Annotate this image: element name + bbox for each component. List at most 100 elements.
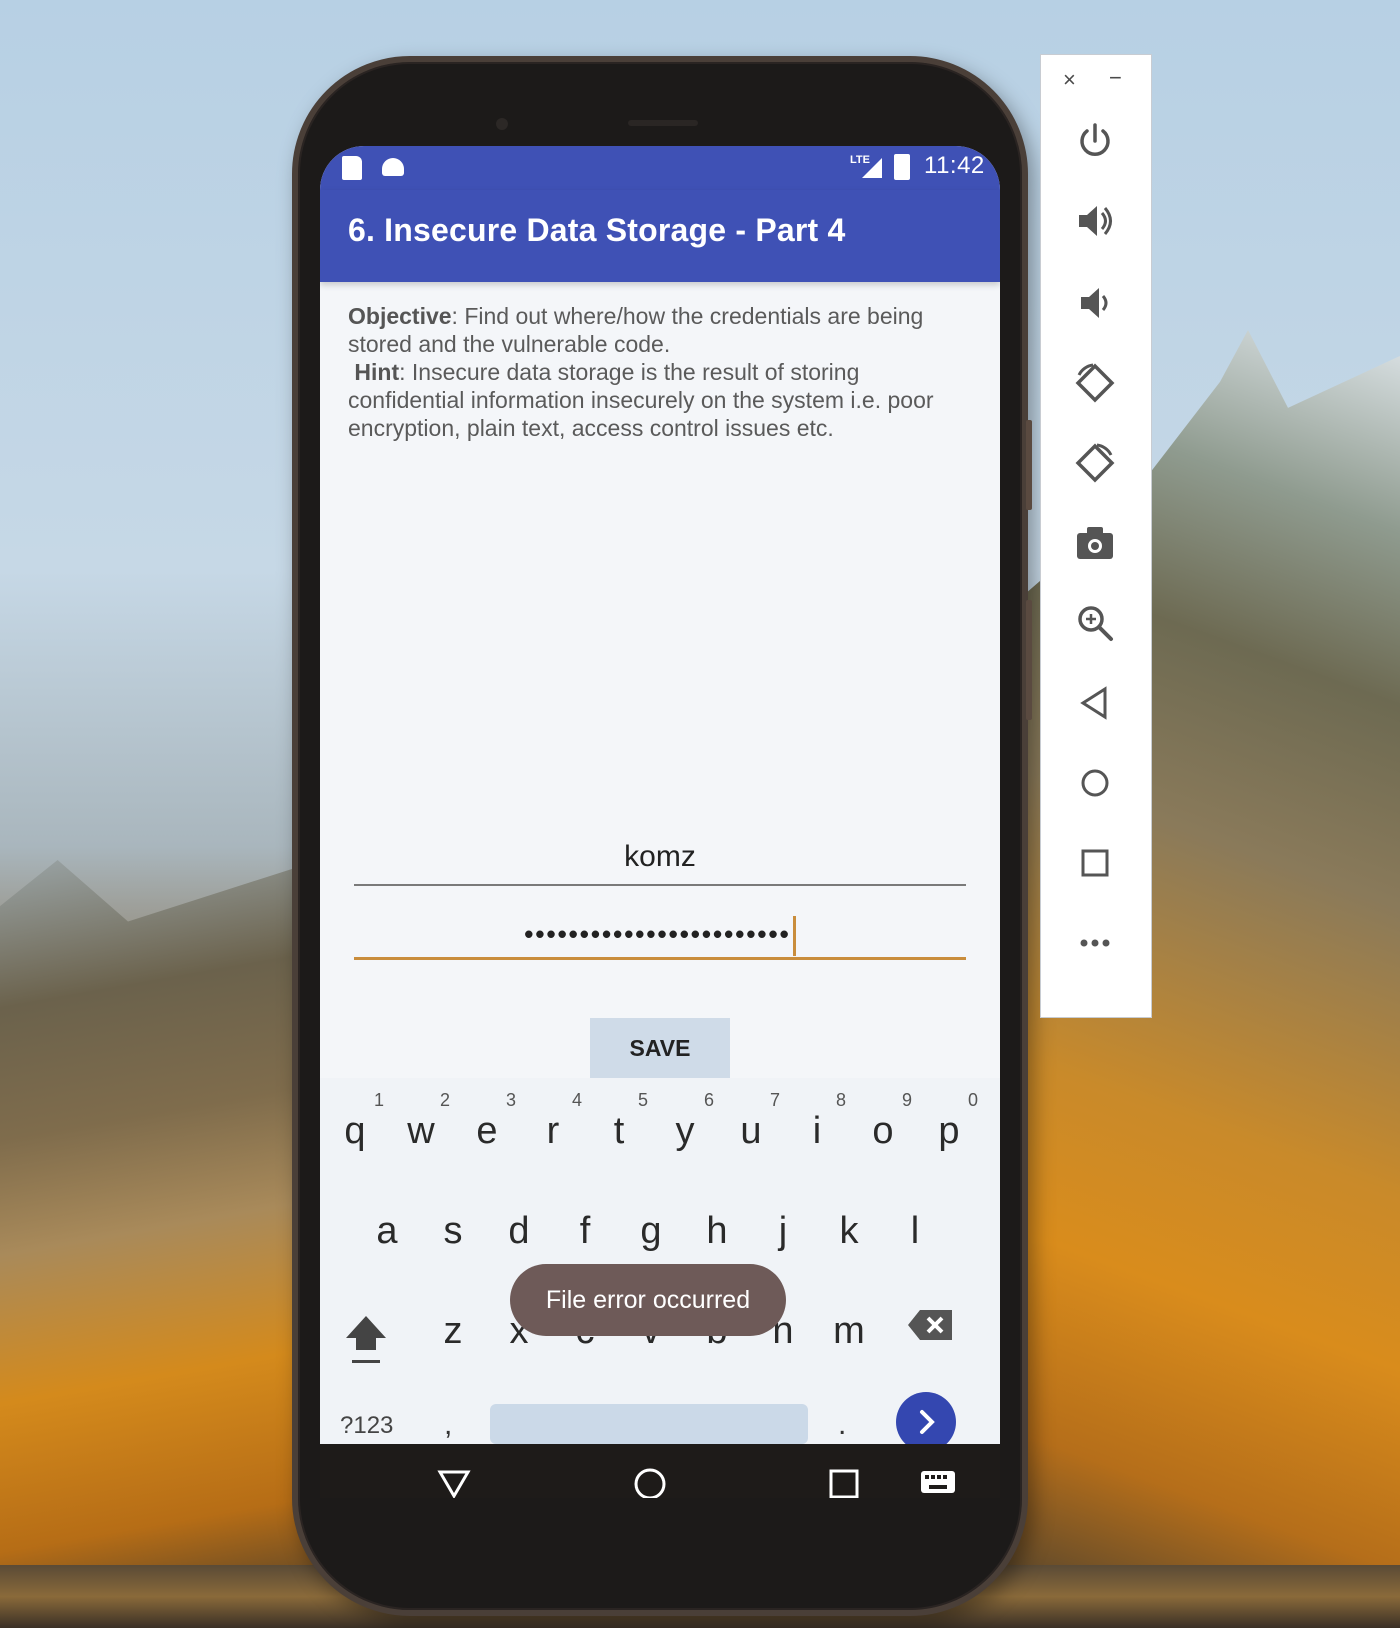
key-char: m (833, 1310, 865, 1352)
backspace-key[interactable] (906, 1308, 954, 1342)
volume-down-icon[interactable] (1073, 281, 1117, 325)
key-char: r (546, 1110, 560, 1152)
volume-up-icon[interactable] (1073, 199, 1117, 243)
status-time: 11:42 (924, 152, 985, 179)
key-char: f (579, 1210, 591, 1252)
text-cursor (792, 916, 796, 956)
keyboard-switch-icon[interactable] (920, 1468, 956, 1498)
key-y[interactable]: 6y (652, 1090, 718, 1180)
key-char: g (640, 1210, 662, 1252)
home-icon[interactable] (1073, 761, 1117, 805)
key-char: o (872, 1110, 894, 1152)
status-bar: LTE 11:42 (320, 146, 1000, 190)
key-u[interactable]: 7u (718, 1090, 784, 1180)
key-char: z (443, 1310, 463, 1352)
app-bar: 6. Insecure Data Storage - Part 4 (320, 190, 1000, 282)
period-key[interactable]: . (838, 1408, 846, 1442)
key-char: e (476, 1110, 498, 1152)
symbols-key[interactable]: ?123 (340, 1412, 393, 1440)
rotate-right-icon[interactable] (1073, 441, 1117, 485)
overview-icon[interactable] (1073, 841, 1117, 885)
hint-text: : Insecure data storage is the result of… (348, 359, 934, 441)
nav-home-icon[interactable] (630, 1464, 670, 1498)
nav-bar (320, 1444, 1000, 1498)
back-icon[interactable] (1073, 681, 1117, 725)
key-i[interactable]: 8i (784, 1090, 850, 1180)
key-char: h (706, 1210, 728, 1252)
key-m[interactable]: m (816, 1310, 882, 1400)
zoom-icon[interactable] (1073, 601, 1117, 645)
username-value: komz (624, 840, 696, 873)
enter-key[interactable] (896, 1392, 956, 1452)
battery-icon (894, 154, 910, 180)
power-icon[interactable] (1073, 119, 1117, 163)
key-char: p (938, 1110, 960, 1152)
comma-key[interactable]: , (444, 1408, 452, 1442)
minimize-icon[interactable]: − (1109, 65, 1122, 91)
key-char: u (740, 1110, 762, 1152)
camera-icon[interactable] (1073, 521, 1117, 565)
save-button[interactable]: SAVE (590, 1018, 730, 1078)
key-hint: 7 (769, 1090, 780, 1110)
key-char: i (812, 1110, 822, 1152)
phone-screen: LTE 11:42 6. Insecure Data Storage - Par… (320, 146, 1000, 1498)
key-e[interactable]: 3e (454, 1090, 520, 1180)
nav-overview-icon[interactable] (826, 1466, 862, 1498)
rotate-left-icon[interactable] (1073, 361, 1117, 405)
objective-label: Objective (348, 303, 452, 329)
key-p[interactable]: 0p (916, 1090, 982, 1180)
page-title: 6. Insecure Data Storage - Part 4 (348, 212, 846, 248)
shift-key[interactable] (342, 1310, 390, 1366)
shift-icon (346, 1316, 386, 1363)
close-icon[interactable]: × (1063, 67, 1076, 93)
toast-message: File error occurred (510, 1264, 786, 1336)
key-hint: 0 (967, 1090, 978, 1110)
key-char: j (778, 1210, 788, 1252)
key-char: s (443, 1210, 463, 1252)
key-hint: 3 (505, 1090, 516, 1110)
password-value: •••••••••••••••••••••••• (524, 918, 791, 949)
chevron-right-icon (920, 1410, 935, 1434)
key-l[interactable]: l (882, 1210, 948, 1300)
key-char: k (839, 1210, 859, 1252)
key-char: q (344, 1110, 366, 1152)
spacebar[interactable] (490, 1404, 808, 1444)
more-icon[interactable] (1073, 921, 1117, 965)
key-char: y (675, 1110, 695, 1152)
username-field[interactable]: komz (354, 836, 966, 886)
earpiece-speaker (628, 120, 698, 126)
emulator-window-controls: × − (1041, 65, 1153, 97)
backspace-icon (908, 1310, 952, 1340)
key-hint: 9 (901, 1090, 912, 1110)
background-mountain-left (0, 860, 320, 1628)
signal-icon (862, 158, 882, 178)
emulator-toolbar: × − (1040, 54, 1152, 1018)
challenge-description: Objective: Find out where/how the creden… (348, 302, 968, 442)
key-hint: 4 (571, 1090, 582, 1110)
key-s[interactable]: s (420, 1210, 486, 1300)
key-char: w (407, 1110, 435, 1152)
key-q[interactable]: 1q (322, 1090, 388, 1180)
android-debug-icon (382, 158, 404, 176)
key-char: d (508, 1210, 530, 1252)
key-hint: 2 (439, 1090, 450, 1110)
key-r[interactable]: 4r (520, 1090, 586, 1180)
nav-back-icon[interactable] (436, 1466, 472, 1498)
key-o[interactable]: 9o (850, 1090, 916, 1180)
sd-card-icon (342, 156, 362, 180)
phone-side-button (1026, 420, 1032, 510)
key-char: l (910, 1210, 920, 1252)
key-t[interactable]: 5t (586, 1090, 652, 1180)
key-k[interactable]: k (816, 1210, 882, 1300)
key-char: t (613, 1110, 625, 1152)
key-z[interactable]: z (420, 1310, 486, 1400)
front-camera (496, 118, 508, 130)
password-field[interactable]: •••••••••••••••••••••••• (354, 910, 966, 960)
key-char: a (376, 1210, 398, 1252)
phone-volume-button (1026, 600, 1032, 720)
hint-label: Hint (354, 359, 400, 385)
key-hint: 6 (703, 1090, 714, 1110)
key-hint: 5 (637, 1090, 648, 1110)
key-w[interactable]: 2w (388, 1090, 454, 1180)
key-a[interactable]: a (354, 1210, 420, 1300)
